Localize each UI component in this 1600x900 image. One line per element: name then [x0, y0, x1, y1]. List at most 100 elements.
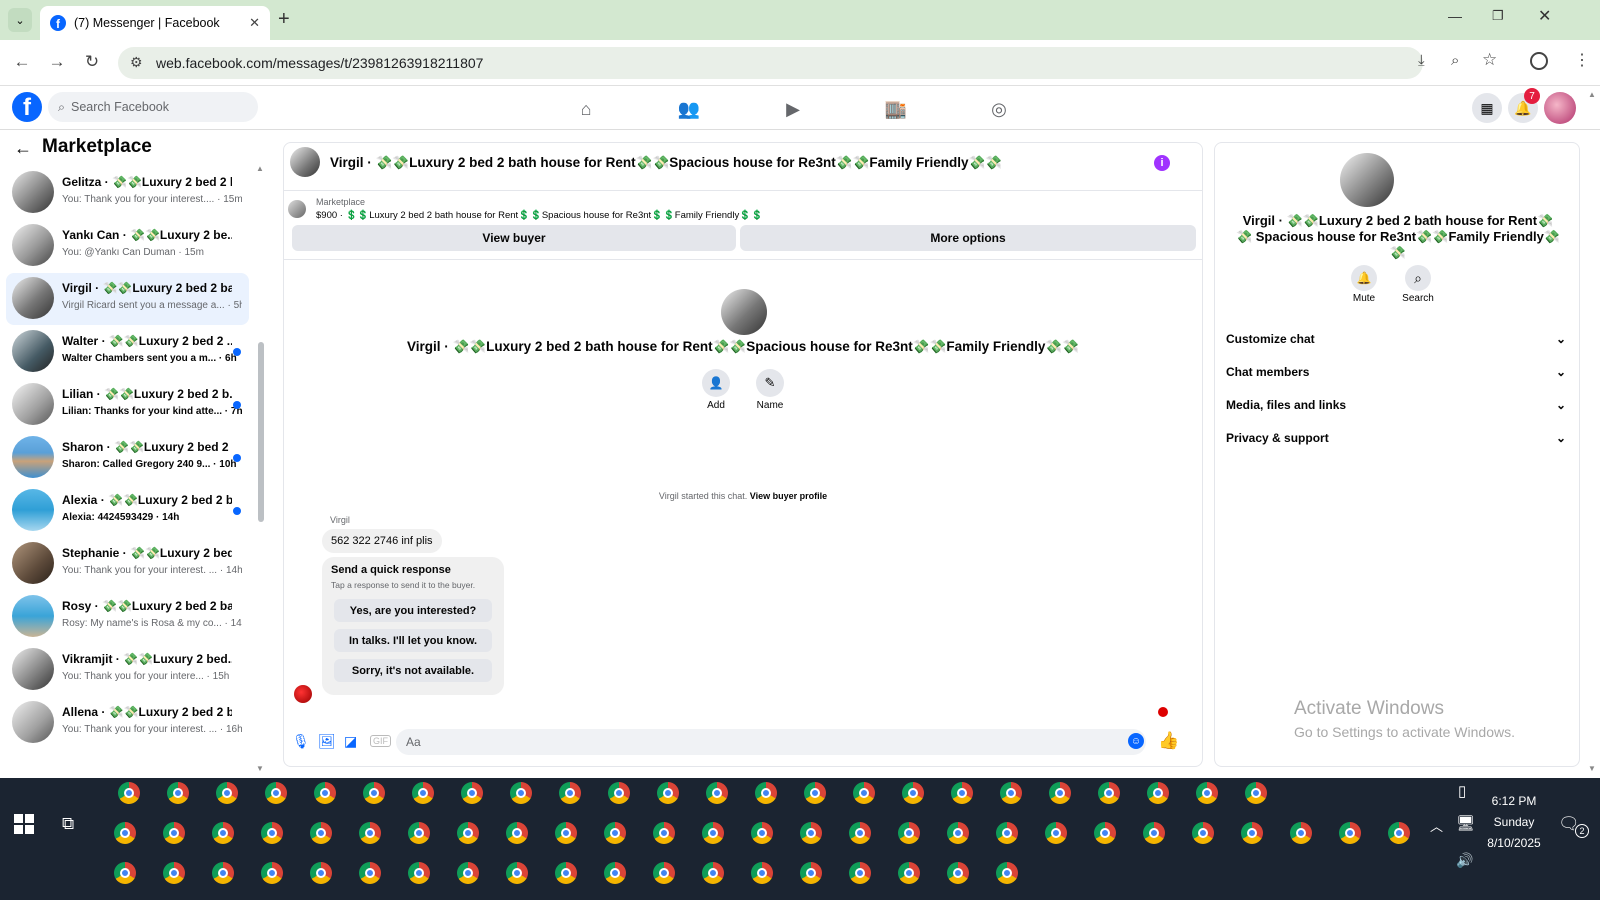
message-composer-input[interactable]: Aa	[396, 729, 1146, 755]
chrome-taskbar-icon[interactable]	[359, 822, 381, 844]
customize-chat-section[interactable]: Customize chat ⌄	[1226, 332, 1566, 346]
chrome-taskbar-icon[interactable]	[898, 862, 920, 884]
chrome-taskbar-icon[interactable]	[457, 862, 479, 884]
chrome-taskbar-icon[interactable]	[216, 782, 238, 804]
chrome-taskbar-icon[interactable]	[1245, 782, 1267, 804]
task-view-icon[interactable]: ⧉	[62, 814, 74, 834]
conversation-item[interactable]: Gelitza · 💸💸Luxury 2 bed 2 b... You: Than…	[6, 167, 249, 219]
emoji-icon[interactable]: ☺	[1128, 733, 1144, 749]
chrome-taskbar-icon[interactable]	[559, 782, 581, 804]
clock-time[interactable]: 6:12 PM	[1482, 794, 1546, 808]
chrome-taskbar-icon[interactable]	[265, 782, 287, 804]
chrome-taskbar-icon[interactable]	[604, 822, 626, 844]
page-scroll-up-arrow[interactable]: ▲	[1588, 90, 1596, 99]
chrome-taskbar-icon[interactable]	[212, 822, 234, 844]
quick-reply-button[interactable]: In talks. I'll let you know.	[334, 629, 492, 652]
browser-tab[interactable]: f (7) Messenger | Facebook ✕	[40, 6, 270, 40]
chrome-taskbar-icon[interactable]	[1147, 782, 1169, 804]
windows-start-icon[interactable]	[14, 814, 34, 834]
conversation-item[interactable]: Sharon · 💸💸Luxury 2 bed 2 ... Sharon: Cal…	[6, 432, 249, 484]
chrome-taskbar-icon[interactable]	[506, 822, 528, 844]
message-bubble[interactable]: 562 322 2746 inf plis	[322, 529, 442, 553]
edit-name-icon[interactable]: ✎	[756, 369, 784, 397]
quick-reply-button[interactable]: Yes, are you interested?	[334, 599, 492, 622]
marketplace-icon[interactable]: 🏬	[883, 96, 909, 122]
conversation-item[interactable]: Walter · 💸💸Luxury 2 bed 2 ... Walter Cham…	[6, 326, 249, 378]
chrome-taskbar-icon[interactable]	[1000, 782, 1022, 804]
microphone-icon[interactable]: 🎙	[292, 733, 310, 750]
sticker-icon[interactable]: ◪	[344, 733, 357, 750]
chrome-taskbar-icon[interactable]	[261, 862, 283, 884]
chrome-taskbar-icon[interactable]	[898, 822, 920, 844]
chrome-taskbar-icon[interactable]	[849, 862, 871, 884]
chrome-taskbar-icon[interactable]	[1049, 782, 1071, 804]
chrome-taskbar-icon[interactable]	[751, 822, 773, 844]
chrome-taskbar-icon[interactable]	[163, 862, 185, 884]
chrome-taskbar-icon[interactable]	[800, 862, 822, 884]
url-bar[interactable]: ⚙ web.facebook.com/messages/t/2398126391…	[118, 47, 1423, 79]
chat-members-section[interactable]: Chat members ⌄	[1226, 365, 1566, 379]
chrome-taskbar-icon[interactable]	[310, 862, 332, 884]
conversation-item[interactable]: Yankı Can · 💸💸Luxury 2 be... You: @Yankı …	[6, 220, 249, 272]
chrome-taskbar-icon[interactable]	[163, 822, 185, 844]
conversation-item[interactable]: Alexia · 💸💸Luxury 2 bed 2 b... Alexia: 44…	[6, 485, 249, 537]
new-tab-button[interactable]: +	[278, 8, 290, 31]
close-window-button[interactable]: ✕	[1538, 6, 1551, 26]
chrome-taskbar-icon[interactable]	[800, 822, 822, 844]
chrome-taskbar-icon[interactable]	[412, 782, 434, 804]
privacy-support-section[interactable]: Privacy & support ⌄	[1226, 431, 1566, 445]
chrome-taskbar-icon[interactable]	[1045, 822, 1067, 844]
chrome-taskbar-icon[interactable]	[1339, 822, 1361, 844]
scroll-down-arrow[interactable]: ▼	[256, 764, 264, 773]
chrome-taskbar-icon[interactable]	[657, 782, 679, 804]
conversation-item[interactable]: Stephanie · 💸💸Luxury 2 bed ... You: Thank…	[6, 538, 249, 590]
chrome-taskbar-icon[interactable]	[408, 862, 430, 884]
chrome-taskbar-icon[interactable]	[608, 782, 630, 804]
chrome-taskbar-icon[interactable]	[118, 782, 140, 804]
chrome-taskbar-icon[interactable]	[461, 782, 483, 804]
tab-search-dropdown-icon[interactable]: ⌄	[8, 8, 32, 32]
chrome-taskbar-icon[interactable]	[314, 782, 336, 804]
mute-bell-icon[interactable]: 🔔	[1351, 265, 1377, 291]
site-info-icon[interactable]: ⚙	[130, 54, 143, 71]
chrome-taskbar-icon[interactable]	[1388, 822, 1410, 844]
bookmark-star-icon[interactable]: ☆	[1482, 50, 1497, 70]
view-buyer-profile-link[interactable]: View buyer profile	[750, 491, 827, 501]
zoom-icon[interactable]: ⌕	[1451, 52, 1459, 69]
video-icon[interactable]: ▶	[780, 96, 806, 122]
chrome-taskbar-icon[interactable]	[1290, 822, 1312, 844]
chrome-taskbar-icon[interactable]	[1143, 822, 1165, 844]
like-thumb-icon[interactable]: 👍	[1158, 731, 1179, 751]
chrome-taskbar-icon[interactable]	[114, 862, 136, 884]
chrome-taskbar-icon[interactable]	[653, 822, 675, 844]
conversation-item[interactable]: Vikramjit · 💸💸Luxury 2 bed... You: Thank …	[6, 644, 249, 696]
media-files-section[interactable]: Media, files and links ⌄	[1226, 398, 1566, 412]
chrome-taskbar-icon[interactable]	[951, 782, 973, 804]
search-icon[interactable]: ⌕	[1405, 265, 1431, 291]
chrome-taskbar-icon[interactable]	[755, 782, 777, 804]
chrome-taskbar-icon[interactable]	[555, 822, 577, 844]
chrome-taskbar-icon[interactable]	[363, 782, 385, 804]
conversation-item[interactable]: Virgil · 💸💸Luxury 2 bed 2 bat... Virgil R…	[6, 273, 249, 325]
account-avatar[interactable]	[1544, 92, 1576, 124]
quick-reply-button[interactable]: Sorry, it's not available.	[334, 659, 492, 682]
clock-date[interactable]: 8/10/2025	[1478, 836, 1550, 850]
chrome-taskbar-icon[interactable]	[408, 822, 430, 844]
facebook-search-input[interactable]: ⌕ Search Facebook	[48, 92, 258, 122]
conversation-item[interactable]: Lilian · 💸💸Luxury 2 bed 2 b... Lilian: Th…	[6, 379, 249, 431]
volume-icon[interactable]: 🔊	[1456, 852, 1473, 869]
add-people-icon[interactable]: 👤	[702, 369, 730, 397]
chrome-taskbar-icon[interactable]	[1241, 822, 1263, 844]
chrome-taskbar-icon[interactable]	[702, 862, 724, 884]
network-icon[interactable]: 🖥	[1456, 814, 1475, 832]
chrome-taskbar-icon[interactable]	[261, 822, 283, 844]
chrome-taskbar-icon[interactable]	[702, 822, 724, 844]
chrome-taskbar-icon[interactable]	[653, 862, 675, 884]
chrome-taskbar-icon[interactable]	[947, 822, 969, 844]
chrome-taskbar-icon[interactable]	[555, 862, 577, 884]
list-scrollbar[interactable]	[258, 342, 264, 522]
chrome-taskbar-icon[interactable]	[212, 862, 234, 884]
chrome-taskbar-icon[interactable]	[706, 782, 728, 804]
close-tab-icon[interactable]: ✕	[249, 15, 260, 31]
chat-header-title[interactable]: Virgil · 💸💸Luxury 2 bed 2 bath house for…	[330, 155, 1002, 171]
